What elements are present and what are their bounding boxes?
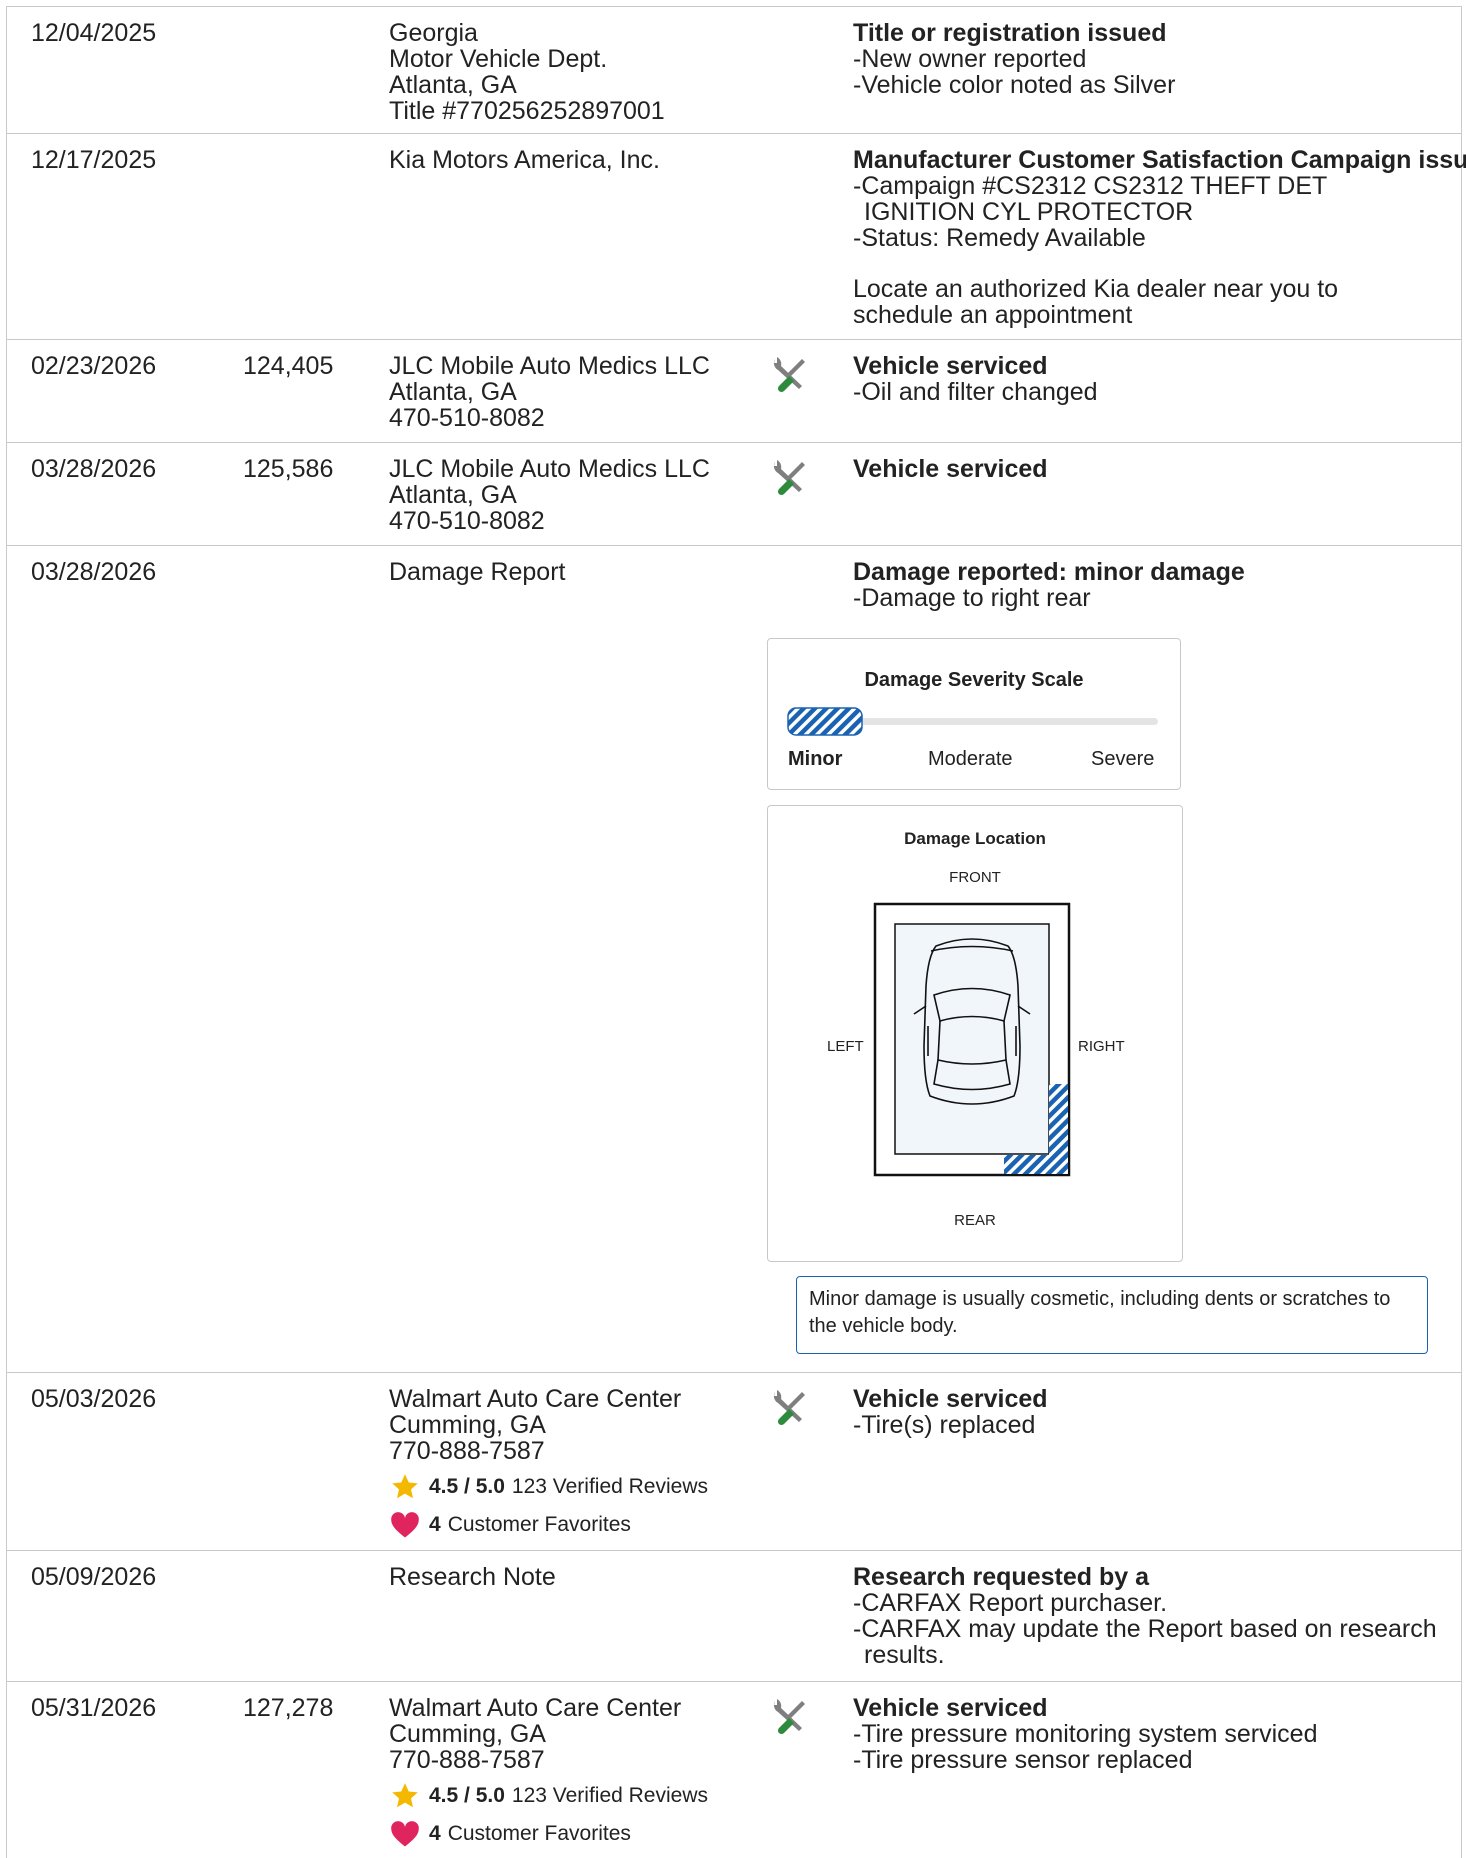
table-row: 12/04/2025 Georgia Motor Vehicle Dept. A… bbox=[7, 7, 1461, 134]
rating-line: 4.5 / 5.0 123 Verified Reviews bbox=[389, 1472, 708, 1502]
record-date: 12/04/2025 bbox=[31, 19, 157, 47]
record-source: Damage Report bbox=[389, 558, 566, 586]
favorites-line: 4 Customer Favorites bbox=[389, 1510, 708, 1540]
favorites-label: Customer Favorites bbox=[447, 1513, 631, 1536]
severity-fill bbox=[787, 707, 863, 736]
record-bullet: -Tire pressure sensor replaced bbox=[853, 1746, 1193, 1774]
record-source: Kia Motors America, Inc. bbox=[389, 146, 660, 174]
record-comments: Vehicle serviced -Tire(s) replaced bbox=[853, 1386, 1443, 1438]
record-date: 02/23/2026 bbox=[31, 352, 157, 380]
record-heading: Vehicle serviced bbox=[853, 1385, 1048, 1413]
record-date: 03/28/2026 bbox=[31, 558, 157, 586]
record-heading: Vehicle serviced bbox=[853, 455, 1048, 483]
table-row: 03/28/2026 125,586 JLC Mobile Auto Medic… bbox=[7, 443, 1461, 546]
damage-location: Damage Location FRONT REAR LEFT RIGHT bbox=[767, 805, 1183, 1262]
car-diagram bbox=[873, 902, 1071, 1177]
record-bullet: -New owner reported bbox=[853, 45, 1087, 73]
record-odometer: 127,278 bbox=[243, 1694, 334, 1722]
vehicle-inner-zone bbox=[894, 923, 1050, 1155]
record-source: JLC Mobile Auto Medics LLC Atlanta, GA 4… bbox=[389, 455, 710, 535]
rating-value: 4.5 / 5.0 bbox=[429, 1475, 505, 1498]
record-source: JLC Mobile Auto Medics LLC Atlanta, GA 4… bbox=[389, 352, 710, 432]
table-row: 02/23/2026 124,405 JLC Mobile Auto Medic… bbox=[7, 340, 1461, 443]
table-row: 05/09/2026 Research Note Research reques… bbox=[7, 1551, 1461, 1682]
record-comments: Vehicle serviced -Oil and filter changed bbox=[853, 353, 1443, 405]
record-date: 05/09/2026 bbox=[31, 1563, 157, 1591]
record-heading: Vehicle serviced bbox=[853, 1694, 1048, 1722]
favorites-label: Customer Favorites bbox=[447, 1822, 631, 1845]
record-heading: Research requested by a bbox=[853, 1563, 1149, 1591]
table-row: 05/03/2026 Walmart Auto Care Center Cumm… bbox=[7, 1373, 1461, 1551]
severity-label-severe: Severe bbox=[1091, 748, 1155, 770]
record-bullet: -CARFAX Report purchaser. bbox=[853, 1589, 1168, 1617]
star-icon bbox=[392, 1783, 418, 1808]
record-bullet: -Oil and filter changed bbox=[853, 378, 1098, 406]
record-comments: Vehicle serviced bbox=[853, 456, 1443, 482]
tools-icon bbox=[769, 1697, 809, 1737]
favorites-line: 4 Customer Favorites bbox=[389, 1819, 708, 1849]
favorites-count: 4 bbox=[429, 1822, 441, 1845]
star-icon bbox=[392, 1474, 418, 1499]
record-date: 05/03/2026 bbox=[31, 1385, 157, 1413]
record-odometer: 125,586 bbox=[243, 455, 334, 483]
record-comments: Manufacturer Customer Satisfaction Campa… bbox=[853, 146, 1466, 329]
record-comments: Title or registration issued -New owner … bbox=[853, 20, 1443, 98]
record-comments: Damage reported: minor damage -Damage to… bbox=[853, 559, 1443, 611]
record-heading: Manufacturer Customer Satisfaction Campa… bbox=[853, 146, 1466, 174]
record-bullet: -Vehicle color noted as Silver bbox=[853, 71, 1176, 99]
favorites-count: 4 bbox=[429, 1513, 441, 1536]
reviews-link[interactable]: 123 Verified Reviews bbox=[512, 1474, 708, 1500]
damage-severity-scale: Damage Severity Scale Minor Moderate Sev… bbox=[767, 638, 1181, 790]
record-date: 03/28/2026 bbox=[31, 455, 157, 483]
table-row: 03/28/2026 Damage Report Damage reported… bbox=[7, 546, 1461, 1373]
severity-label-minor: Minor bbox=[788, 748, 843, 770]
record-comments: Research requested by a -CARFAX Report p… bbox=[853, 1564, 1443, 1668]
record-date: 05/31/2026 bbox=[31, 1694, 157, 1722]
table-row: 12/17/2025 Kia Motors America, Inc. Manu… bbox=[7, 134, 1466, 340]
damage-note-text: Minor damage is usually cosmetic, includ… bbox=[809, 1288, 1391, 1337]
record-date: 12/17/2025 bbox=[31, 146, 157, 174]
record-extra: Locate an authorized Kia dealer near you… bbox=[853, 275, 1339, 329]
record-comments: Vehicle serviced -Tire pressure monitori… bbox=[853, 1695, 1443, 1773]
record-bullet: -CARFAX may update the Report based on r… bbox=[853, 1615, 1437, 1669]
record-heading: Vehicle serviced bbox=[853, 352, 1048, 380]
tools-icon bbox=[769, 1388, 809, 1428]
record-bullet: -Tire(s) replaced bbox=[853, 1411, 1036, 1439]
tools-icon bbox=[769, 458, 809, 498]
record-bullet: -Status: Remedy Available bbox=[853, 224, 1146, 252]
record-heading: Title or registration issued bbox=[853, 19, 1167, 47]
record-source: Georgia Motor Vehicle Dept. Atlanta, GA … bbox=[389, 19, 665, 125]
record-source: Walmart Auto Care Center Cumming, GA 770… bbox=[389, 1695, 708, 1849]
tools-icon bbox=[769, 355, 809, 395]
table-row: 05/31/2026 127,278 Walmart Auto Care Cen… bbox=[7, 1682, 1461, 1858]
record-bullet: -Damage to right rear bbox=[853, 584, 1091, 612]
damage-note: Minor damage is usually cosmetic, includ… bbox=[796, 1276, 1428, 1354]
record-source: Walmart Auto Care Center Cumming, GA 770… bbox=[389, 1386, 708, 1540]
reviews-link[interactable]: 123 Verified Reviews bbox=[512, 1783, 708, 1809]
rating-line: 4.5 / 5.0 123 Verified Reviews bbox=[389, 1781, 708, 1811]
record-bullet: -Campaign #CS2312 CS2312 THEFT DET IGNIT… bbox=[853, 172, 1327, 226]
record-source: Research Note bbox=[389, 1563, 556, 1591]
record-heading: Damage reported: minor damage bbox=[853, 558, 1245, 586]
heart-icon bbox=[391, 1512, 419, 1538]
history-table: 12/04/2025 Georgia Motor Vehicle Dept. A… bbox=[6, 6, 1466, 1858]
record-odometer: 124,405 bbox=[243, 352, 334, 380]
record-bullet: -Tire pressure monitoring system service… bbox=[853, 1720, 1318, 1748]
severity-label-moderate: Moderate bbox=[928, 748, 1013, 770]
heart-icon bbox=[391, 1821, 419, 1847]
rating-value: 4.5 / 5.0 bbox=[429, 1784, 505, 1807]
